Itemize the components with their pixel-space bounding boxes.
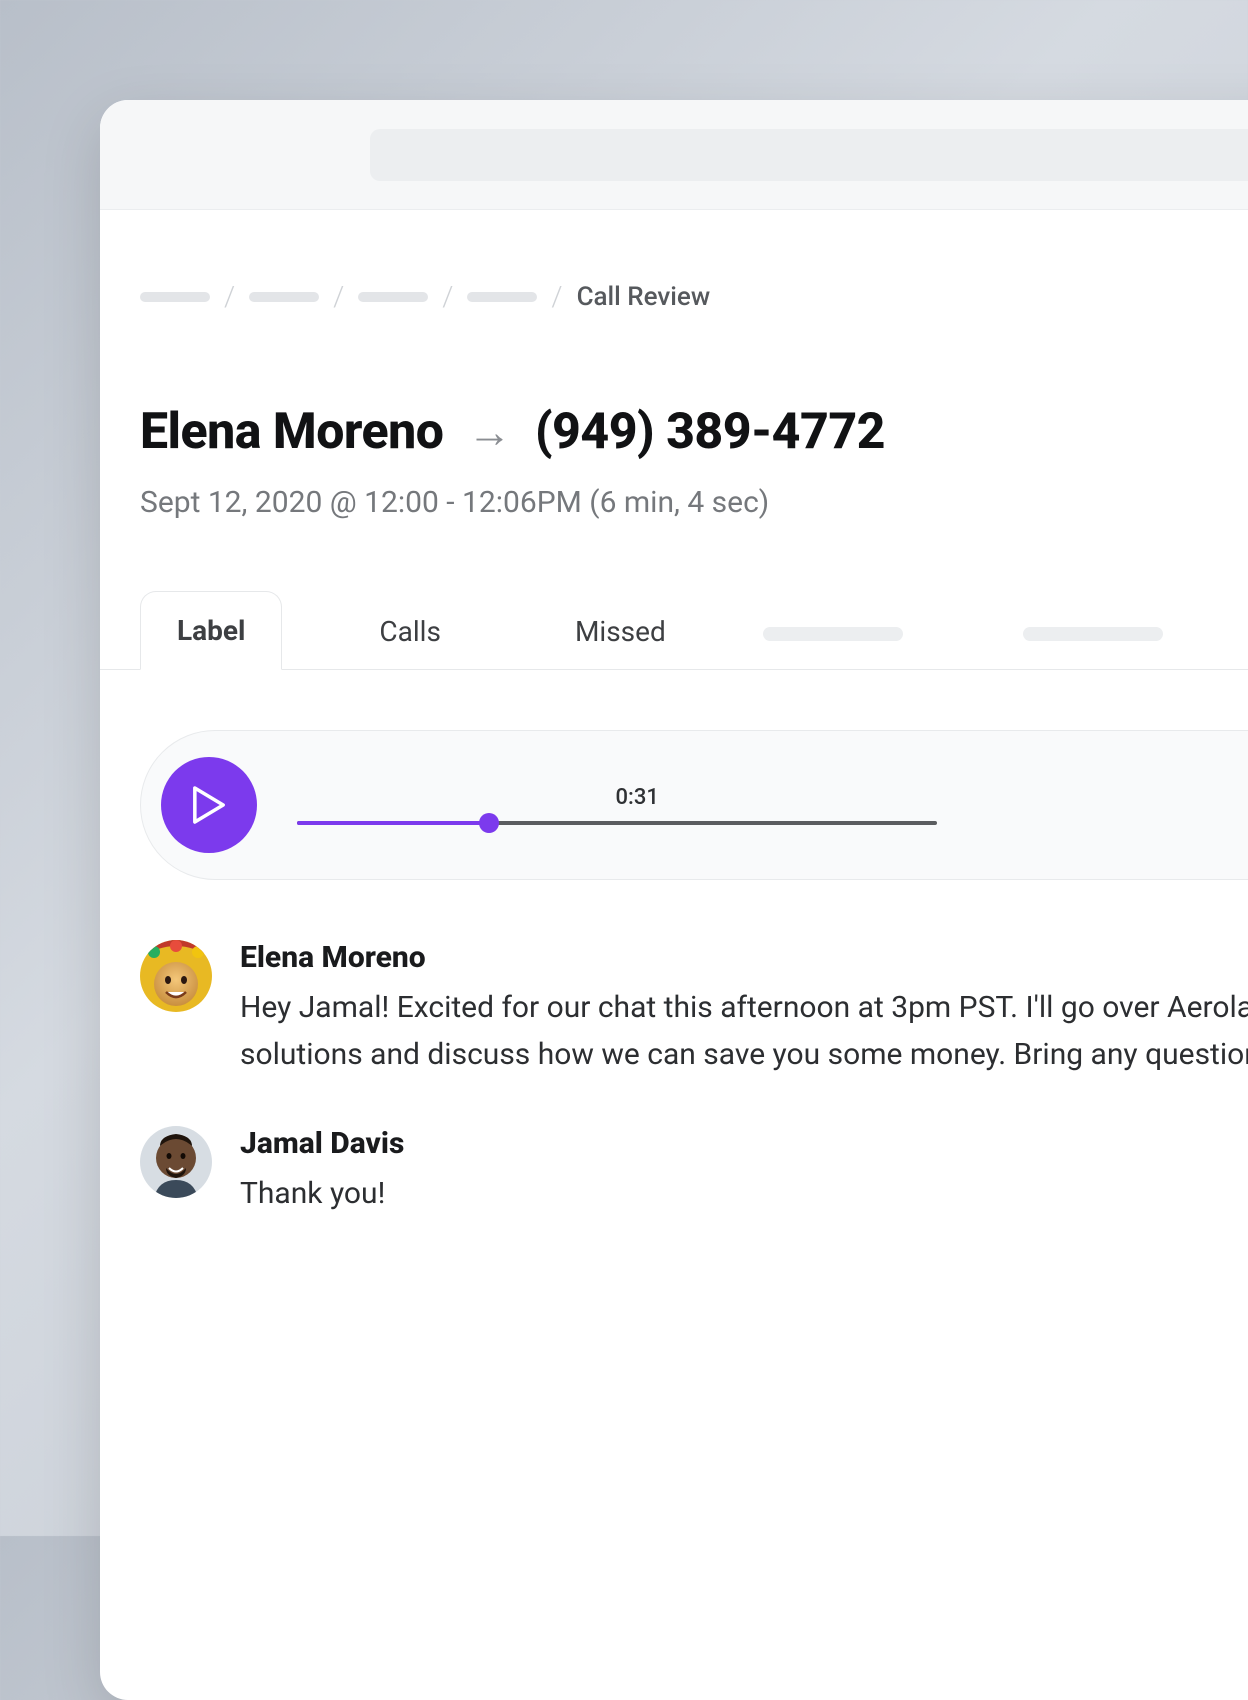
- breadcrumb-separator-icon: /: [551, 280, 562, 313]
- avatar: [140, 940, 212, 1012]
- arrow-right-icon: →: [467, 406, 511, 458]
- transcript-body: Jamal Davis Thank you!: [240, 1126, 1248, 1218]
- transcript-text: Thank you!: [240, 1171, 1248, 1218]
- breadcrumb-separator-icon: /: [224, 280, 235, 313]
- tab-missed[interactable]: Missed: [538, 592, 703, 670]
- breadcrumb-current: Call Review: [577, 282, 711, 312]
- seek-thumb[interactable]: [479, 813, 499, 833]
- transcript-text: Hey Jamal! Excited for our chat this aft…: [240, 985, 1248, 1078]
- audio-player: 0:31: [140, 730, 1248, 880]
- breadcrumb-separator-icon: /: [333, 280, 344, 313]
- play-icon: [192, 785, 226, 825]
- transcript-message: Jamal Davis Thank you!: [140, 1126, 1248, 1218]
- call-callee-number: (949) 389-4772: [535, 403, 885, 461]
- breadcrumb-separator-icon: /: [442, 280, 453, 313]
- search-input[interactable]: [370, 129, 1248, 181]
- seek-progress: [297, 821, 489, 825]
- app-window: / / / / Call Review Elena Moreno → (949)…: [100, 100, 1248, 1700]
- transcript-message: Elena Moreno Hey Jamal! Excited for our …: [140, 940, 1248, 1078]
- tab-text: Calls: [379, 615, 441, 648]
- tab-calls[interactable]: Calls: [342, 592, 478, 670]
- tabs: Label Calls Missed: [100, 590, 1248, 670]
- breadcrumb-placeholder[interactable]: [358, 292, 428, 302]
- play-button[interactable]: [161, 757, 257, 853]
- breadcrumb: / / / / Call Review: [140, 280, 1248, 313]
- transcript: Elena Moreno Hey Jamal! Excited for our …: [140, 940, 1248, 1218]
- call-title: Elena Moreno → (949) 389-4772: [140, 403, 1248, 461]
- tab-label[interactable]: Label: [140, 591, 282, 670]
- tab-text: Label: [177, 614, 245, 647]
- seek-area: 0:31: [297, 785, 1248, 825]
- elapsed-time: 0:31: [616, 785, 659, 810]
- transcript-speaker: Elena Moreno: [240, 940, 1248, 975]
- transcript-speaker: Jamal Davis: [240, 1126, 1248, 1161]
- breadcrumb-placeholder[interactable]: [140, 292, 210, 302]
- tab-text: Missed: [575, 615, 666, 648]
- tab-placeholder[interactable]: [763, 627, 903, 641]
- topbar: [100, 100, 1248, 210]
- call-meta: Sept 12, 2020 @ 12:00 - 12:06PM (6 min, …: [140, 485, 1248, 520]
- seek-track[interactable]: [297, 821, 937, 825]
- transcript-body: Elena Moreno Hey Jamal! Excited for our …: [240, 940, 1248, 1078]
- avatar: [140, 1126, 212, 1198]
- breadcrumb-placeholder[interactable]: [249, 292, 319, 302]
- tab-placeholder[interactable]: [1023, 627, 1163, 641]
- main-content: / / / / Call Review Elena Moreno → (949)…: [100, 210, 1248, 1218]
- call-caller-name: Elena Moreno: [140, 403, 443, 461]
- breadcrumb-placeholder[interactable]: [467, 292, 537, 302]
